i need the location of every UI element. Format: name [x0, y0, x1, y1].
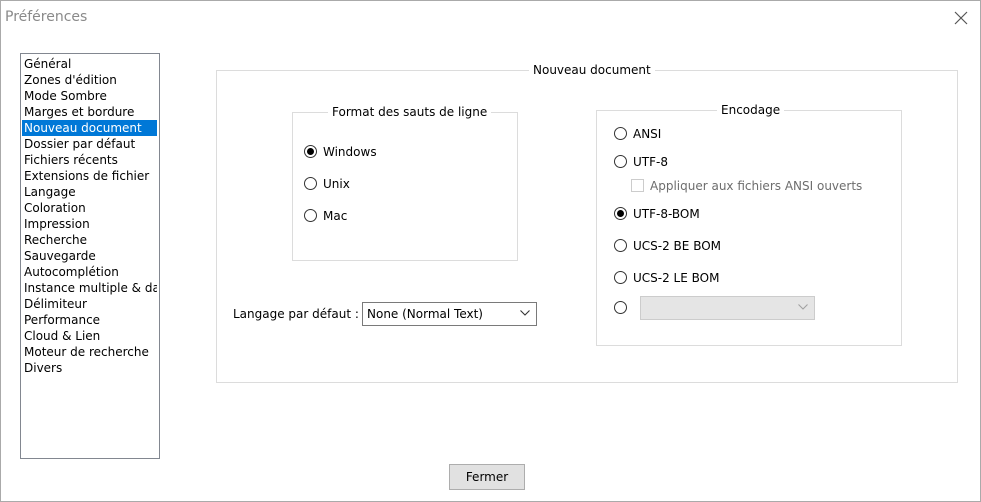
- new-document-group-title: Nouveau document: [529, 63, 655, 77]
- radio-utf8-bom-label: UTF-8-BOM: [633, 207, 700, 221]
- radio-utf8[interactable]: UTF-8: [614, 154, 764, 172]
- apply-to-ansi-checkbox[interactable]: Appliquer aux fichiers ANSI ouverts: [631, 178, 863, 194]
- preferences-window: Préférences Général Zones d'édition Mode…: [0, 0, 981, 502]
- category-item-margins[interactable]: Marges et bordure: [22, 104, 157, 120]
- category-item-cloud-link[interactable]: Cloud & Lien: [22, 328, 157, 344]
- default-language-label: Langage par défaut :: [233, 307, 359, 321]
- radio-other-charset[interactable]: [614, 300, 632, 318]
- category-item-recent-files[interactable]: Fichiers récents: [22, 152, 157, 168]
- radio-windows-label: Windows: [323, 145, 377, 159]
- chevron-down-icon: [798, 304, 808, 310]
- radio-windows[interactable]: Windows: [304, 144, 424, 162]
- radio-mac-indicator: [304, 209, 317, 222]
- category-item-search-engine[interactable]: Moteur de recherche: [22, 344, 157, 360]
- category-item-autocompletion[interactable]: Autocomplétion: [22, 264, 157, 280]
- category-item-multi-instance[interactable]: Instance multiple & date: [22, 280, 157, 296]
- category-item-delimiter[interactable]: Délimiteur: [22, 296, 157, 312]
- radio-windows-indicator: [304, 145, 317, 158]
- title-bar: Préférences: [1, 1, 980, 33]
- radio-other-charset-indicator: [614, 301, 627, 314]
- radio-ansi[interactable]: ANSI: [614, 126, 764, 144]
- apply-to-ansi-checkbox-box: [631, 179, 644, 192]
- category-item-default-folder[interactable]: Dossier par défaut: [22, 136, 157, 152]
- radio-ucs2-le-bom[interactable]: UCS-2 LE BOM: [614, 270, 764, 288]
- category-item-new-document[interactable]: Nouveau document: [22, 120, 157, 136]
- radio-ucs2-le-bom-label: UCS-2 LE BOM: [633, 271, 720, 285]
- radio-utf8-indicator: [614, 155, 627, 168]
- category-item-printing[interactable]: Impression: [22, 216, 157, 232]
- radio-ucs2-be-bom[interactable]: UCS-2 BE BOM: [614, 238, 764, 256]
- radio-ucs2-le-bom-indicator: [614, 271, 627, 284]
- encoding-group-title: Encodage: [717, 103, 785, 117]
- close-button[interactable]: Fermer: [449, 464, 525, 490]
- default-language-select[interactable]: None (Normal Text): [362, 302, 537, 326]
- category-item-dark-mode[interactable]: Mode Sombre: [22, 88, 157, 104]
- radio-ucs2-be-bom-label: UCS-2 BE BOM: [633, 239, 722, 253]
- category-list[interactable]: Général Zones d'édition Mode Sombre Marg…: [20, 53, 160, 459]
- radio-utf8-label: UTF-8: [633, 155, 668, 169]
- category-item-general[interactable]: Général: [22, 56, 157, 72]
- category-item-highlighting[interactable]: Coloration: [22, 200, 157, 216]
- radio-mac[interactable]: Mac: [304, 208, 424, 226]
- radio-ansi-indicator: [614, 127, 627, 140]
- radio-mac-label: Mac: [323, 209, 348, 223]
- line-endings-group-title: Format des sauts de ligne: [328, 105, 492, 119]
- radio-unix-indicator: [304, 177, 317, 190]
- radio-unix[interactable]: Unix: [304, 176, 424, 194]
- category-item-performance[interactable]: Performance: [22, 312, 157, 328]
- category-item-backup[interactable]: Sauvegarde: [22, 248, 157, 264]
- close-icon: [954, 11, 968, 25]
- category-item-misc[interactable]: Divers: [22, 360, 157, 376]
- radio-ansi-label: ANSI: [633, 127, 662, 141]
- category-item-language[interactable]: Langage: [22, 184, 157, 200]
- chevron-down-icon: [520, 310, 530, 316]
- apply-to-ansi-label: Appliquer aux fichiers ANSI ouverts: [650, 179, 863, 193]
- radio-ucs2-be-bom-indicator: [614, 239, 627, 252]
- radio-utf8-bom[interactable]: UTF-8-BOM: [614, 206, 764, 224]
- window-title: Préférences: [5, 9, 88, 25]
- close-window-button[interactable]: [949, 7, 973, 29]
- category-item-search[interactable]: Recherche: [22, 232, 157, 248]
- category-item-editing-zones[interactable]: Zones d'édition: [22, 72, 157, 88]
- other-charset-select[interactable]: [640, 296, 815, 320]
- radio-utf8-bom-indicator: [614, 207, 627, 220]
- category-item-file-extensions[interactable]: Extensions de fichier: [22, 168, 157, 184]
- radio-unix-label: Unix: [323, 177, 350, 191]
- default-language-value: None (Normal Text): [367, 307, 483, 321]
